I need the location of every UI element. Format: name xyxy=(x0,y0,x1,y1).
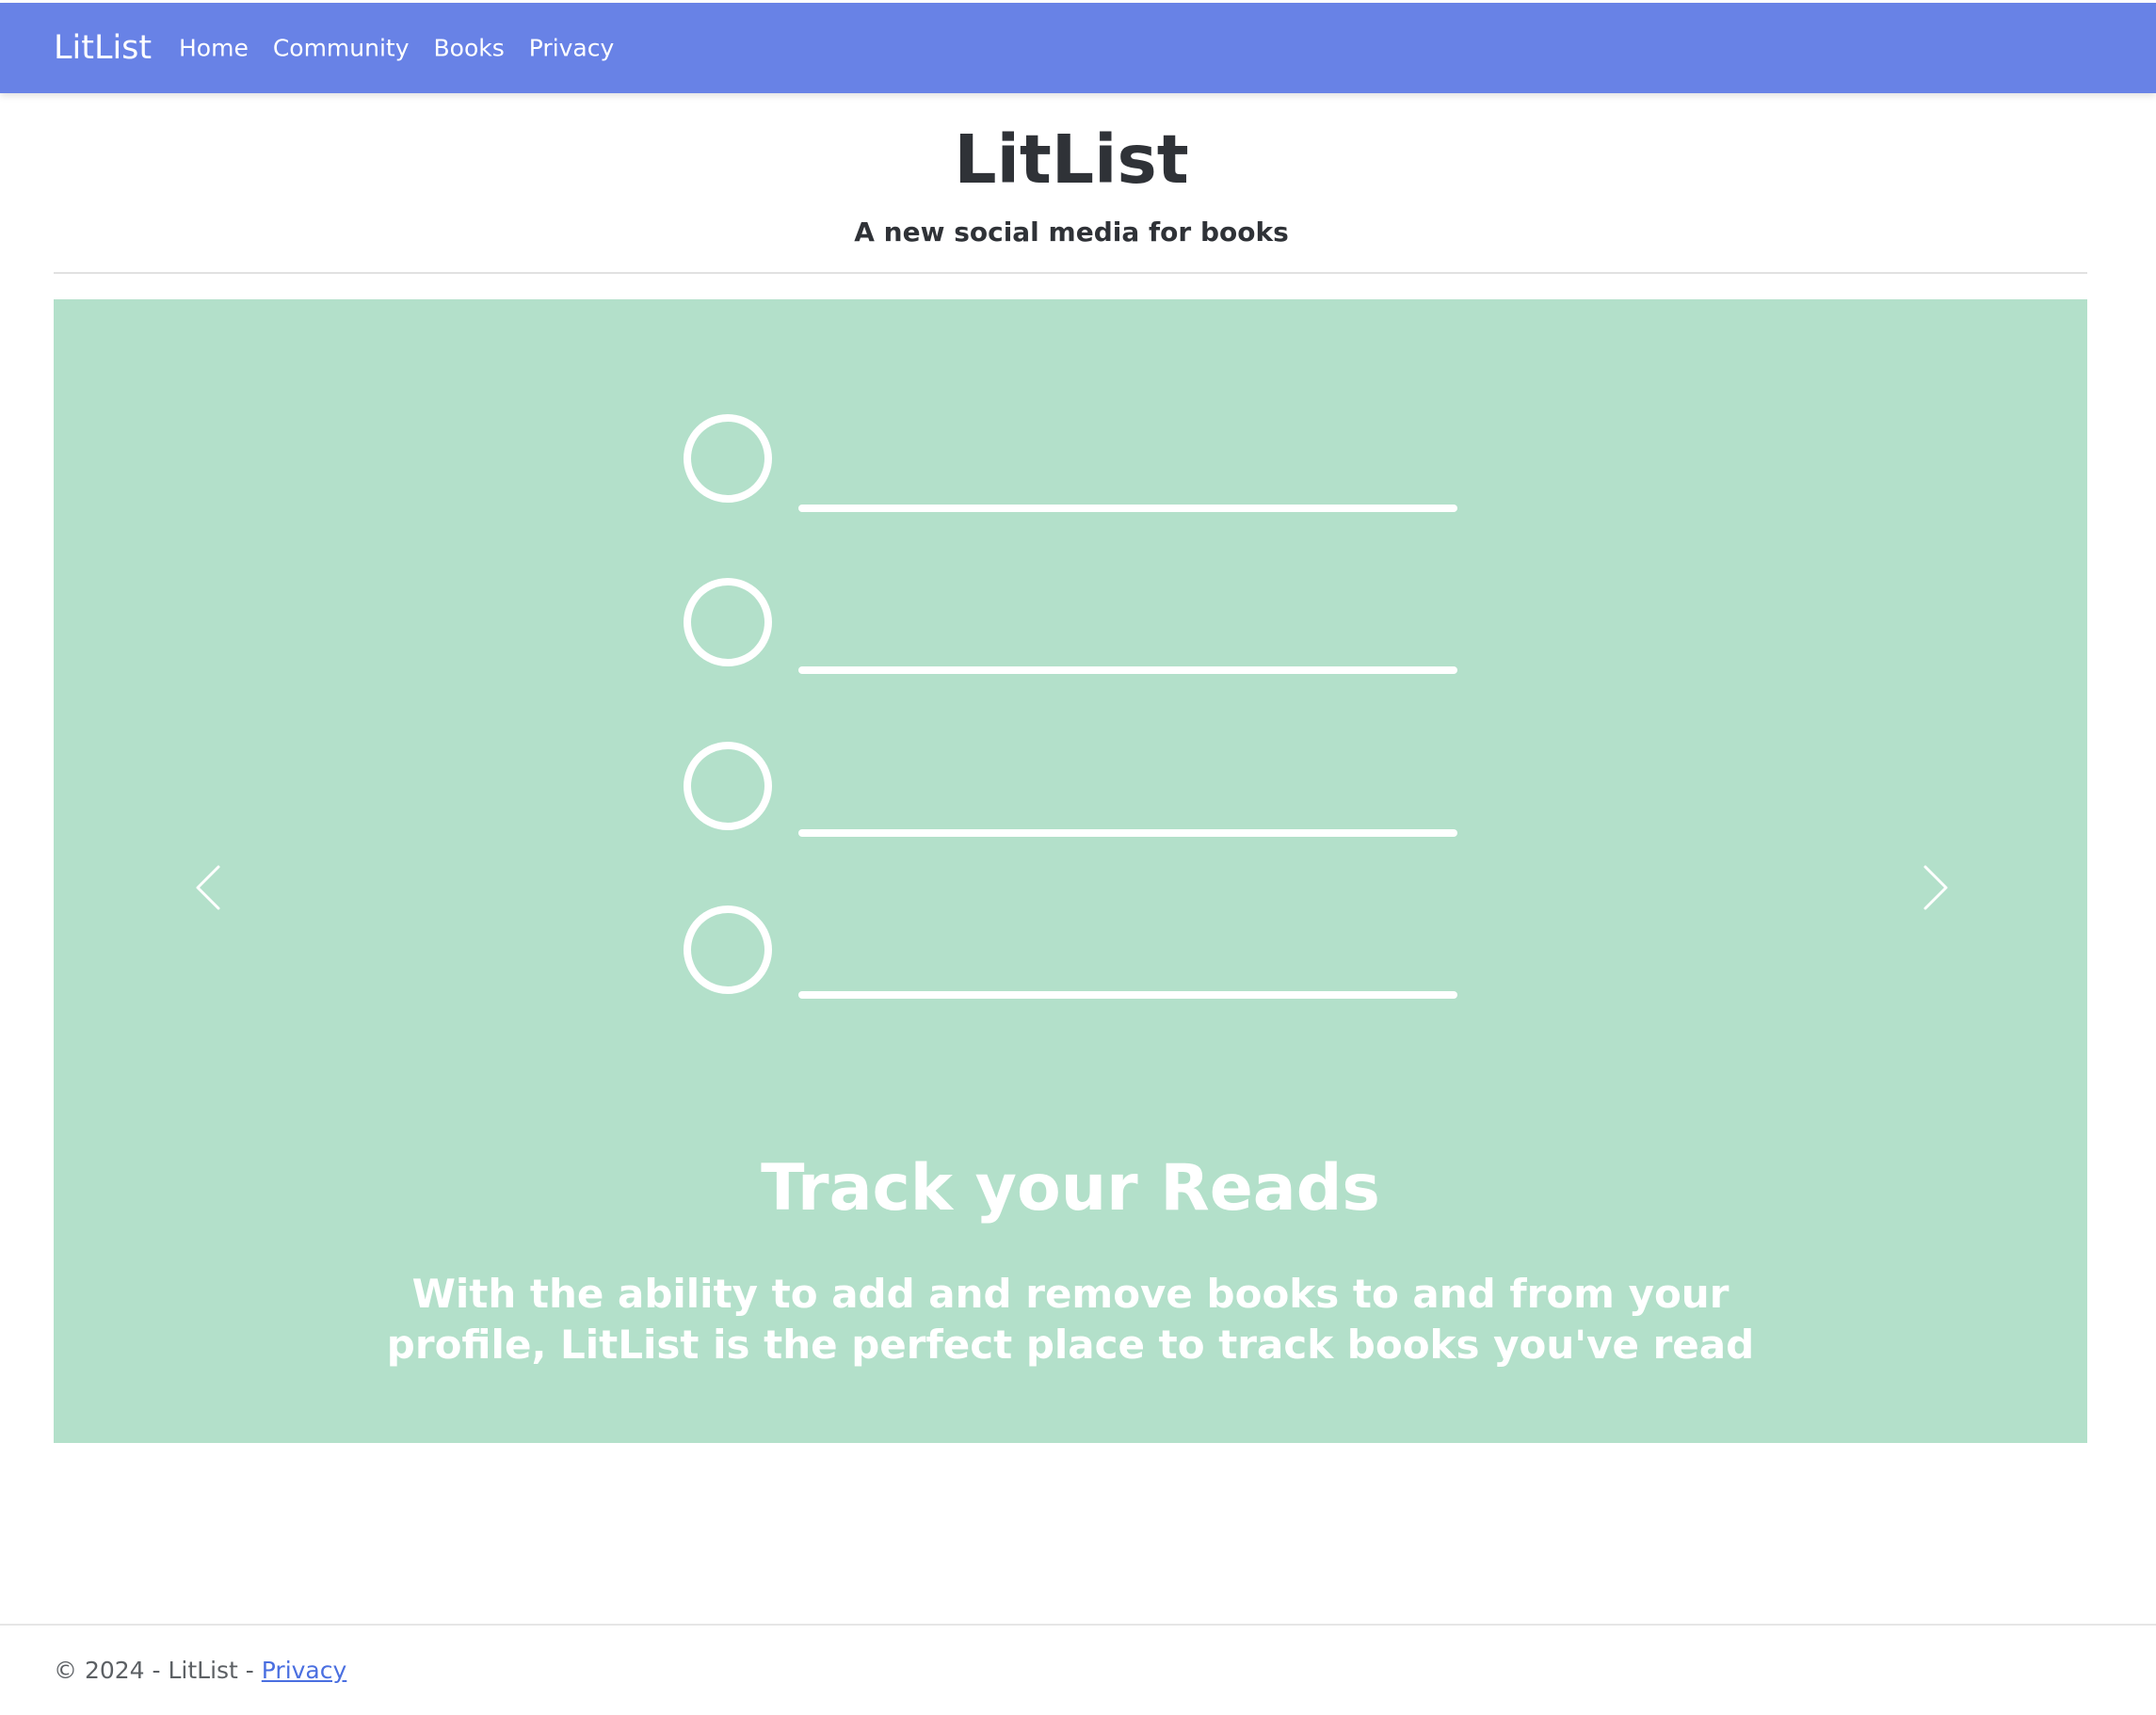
carousel-prev-button[interactable] xyxy=(181,850,237,925)
page-subtitle: A new social media for books xyxy=(854,216,1289,248)
header-divider xyxy=(54,272,2087,274)
footer-divider xyxy=(0,1624,2156,1626)
carousel-next-button[interactable] xyxy=(1907,850,1963,925)
feature-carousel: Track your Reads With the ability to add… xyxy=(54,299,2087,1443)
checklist-circle xyxy=(684,742,772,830)
nav-link-home[interactable]: Home xyxy=(179,35,249,62)
checklist-circle xyxy=(684,906,772,994)
carousel-caption-title: Track your Reads xyxy=(761,1151,1380,1226)
checklist-circle xyxy=(684,414,772,503)
footer-privacy-link[interactable]: Privacy xyxy=(262,1657,347,1684)
page-title: LitList xyxy=(954,120,1189,199)
chevron-right-icon xyxy=(1923,865,1948,910)
top-navbar: LitList Home Community Books Privacy xyxy=(0,3,2156,93)
page-footer: © 2024 - LitList - Privacy xyxy=(54,1657,346,1684)
carousel-caption-text: With the ability to add and remove books… xyxy=(386,1271,1755,1368)
footer-copyright: © 2024 - LitList - xyxy=(54,1657,262,1684)
nav-link-privacy[interactable]: Privacy xyxy=(529,35,615,62)
nav-link-books[interactable]: Books xyxy=(434,35,505,62)
nav-links: Home Community Books Privacy xyxy=(179,35,614,62)
nav-link-community[interactable]: Community xyxy=(273,35,410,62)
brand-link[interactable]: LitList xyxy=(54,29,152,67)
checklist-circle xyxy=(684,578,772,666)
chevron-left-icon xyxy=(196,865,220,910)
